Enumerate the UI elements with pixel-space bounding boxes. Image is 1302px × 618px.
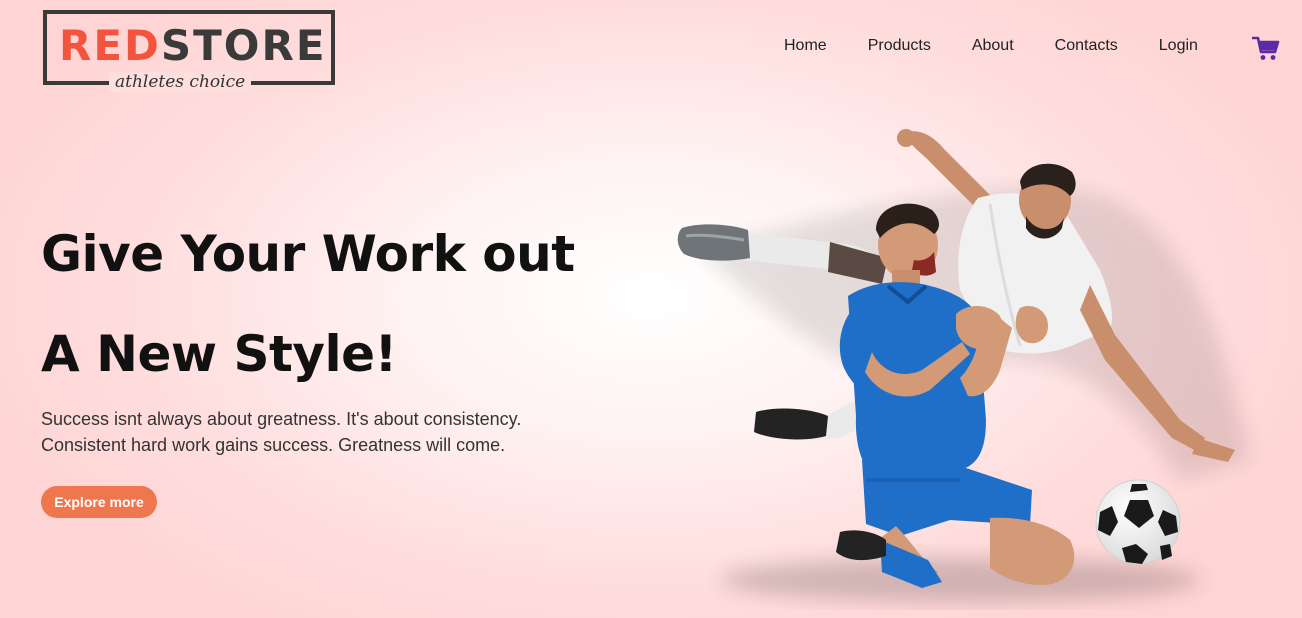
explore-more-button[interactable]: Explore more bbox=[41, 486, 157, 518]
logo-tagline: athletes choice bbox=[109, 72, 252, 92]
nav-about[interactable]: About bbox=[972, 36, 1014, 56]
redstore-logo[interactable]: REDSTORE athletes choice bbox=[43, 10, 335, 92]
logo-wordmark: REDSTORE bbox=[59, 24, 327, 68]
nav-contacts[interactable]: Contacts bbox=[1055, 36, 1118, 56]
hero-title-line2: A New Style! bbox=[41, 325, 397, 383]
nav-products[interactable]: Products bbox=[868, 36, 931, 56]
logo-store-text: STORE bbox=[160, 21, 327, 70]
hero-subtitle: Success isnt always about greatness. It'… bbox=[41, 406, 601, 458]
nav-login[interactable]: Login bbox=[1159, 36, 1198, 56]
hero-title-line1: Give Your Work out bbox=[41, 225, 575, 283]
football-players-image bbox=[677, 129, 1250, 602]
hero-subtitle-line2: Consistent hard work gains success. Grea… bbox=[41, 435, 506, 455]
cart-icon[interactable] bbox=[1252, 34, 1280, 62]
nav-home[interactable]: Home bbox=[784, 36, 827, 56]
logo-red-text: RED bbox=[59, 21, 161, 70]
main-nav: Home Products About Contacts Login bbox=[784, 36, 1198, 56]
hero-subtitle-line1: Success isnt always about greatness. It'… bbox=[41, 409, 522, 429]
